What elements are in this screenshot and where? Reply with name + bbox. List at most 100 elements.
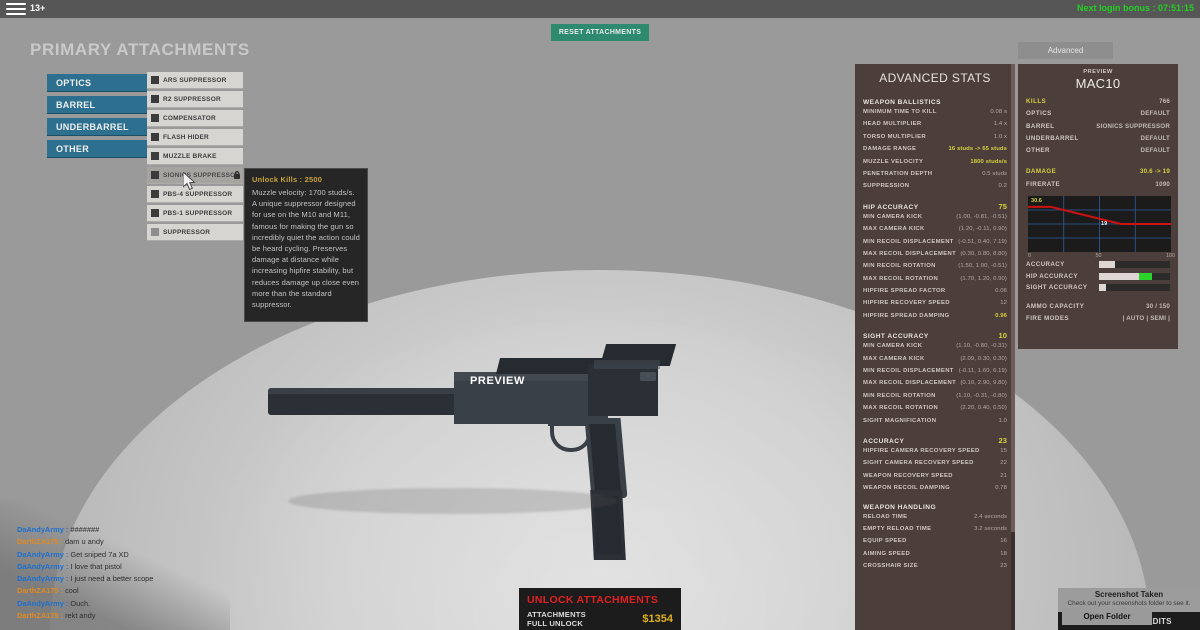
chat-message: DaAndyArmy : I love that pistol xyxy=(17,561,153,573)
stats-row-value: (1.20, -0.11, 0.90) xyxy=(958,226,1007,233)
preview-weapon-name: MAC10 xyxy=(1075,76,1121,91)
accuracy-bar-fill xyxy=(1099,284,1107,292)
stats-row-value: (1.10, -0.80, -0.31) xyxy=(956,343,1007,350)
weapon-preview-label: PREVIEW xyxy=(470,375,525,387)
stats-row-label: TORSO MULTIPLIER xyxy=(863,133,926,140)
stats-row-label: AIMING SPEED xyxy=(863,550,911,557)
preview-row-label: OPTICS xyxy=(1026,110,1052,118)
attachment-checkbox-icon[interactable] xyxy=(151,209,159,217)
menu-icon[interactable] xyxy=(6,3,26,15)
stats-row: EQUIP SPEED 16 xyxy=(855,538,1015,550)
stats-row-value: 1.0 x xyxy=(993,133,1007,140)
stats-group-value: 23 xyxy=(998,435,1007,445)
stats-row-label: HIPFIRE RECOVERY SPEED xyxy=(863,300,950,307)
attachment-checkbox-icon[interactable] xyxy=(151,133,159,141)
open-folder-button[interactable]: Open Folder xyxy=(1062,608,1152,625)
page-title: PRIMARY ATTACHMENTS xyxy=(30,40,250,59)
attachment-checkbox-icon[interactable] xyxy=(151,152,159,160)
stats-row-value: (1.00, -0.81, -0.51) xyxy=(956,213,1007,220)
reset-attachments-button[interactable]: RESET ATTACHMENTS xyxy=(551,24,649,41)
chat-log: DaAndyArmy : ####### DarthZA175 : dam u a… xyxy=(17,524,153,622)
stats-row: MAX RECOIL ROTATION (1.70, 1.20, 0.90) xyxy=(855,276,1015,288)
category-tab-underbarrel[interactable]: UNDERBARREL xyxy=(47,118,147,136)
stats-scrollbar[interactable] xyxy=(1011,64,1015,630)
stats-group-label: WEAPON HANDLING xyxy=(863,503,937,511)
attachment-checkbox-icon[interactable] xyxy=(151,76,159,84)
chat-username: DarthZA175 xyxy=(17,586,59,596)
category-tab-other[interactable]: OTHER xyxy=(47,140,147,158)
stats-row-value: 23 xyxy=(1000,563,1007,570)
attachment-label: FLASH HIDER xyxy=(163,133,209,141)
attachment-item[interactable]: COMPENSATOR xyxy=(147,110,243,127)
stats-row: MAX CAMERA KICK (1.20, -0.11, 0.90) xyxy=(855,226,1015,238)
attachment-item[interactable]: MUZZLE BRAKE xyxy=(147,148,243,165)
attachment-item[interactable]: FLASH HIDER xyxy=(147,129,243,146)
category-tab-optics[interactable]: OPTICS xyxy=(47,74,147,92)
stats-row-value: 0.06 xyxy=(995,288,1007,295)
attachment-item[interactable]: SIONICS SUPPRESSOR xyxy=(147,167,243,184)
stats-row-value: (0.30, 0.80, 8.80) xyxy=(960,250,1007,257)
chart-x-axis-ticks: 0 50 100 xyxy=(1028,252,1175,259)
unlock-attachments-panel[interactable]: UNLOCK ATTACHMENTS ATTACHMENTS FULL UNLO… xyxy=(519,588,681,630)
damage-falloff-chart: 30.6 19 xyxy=(1028,196,1171,253)
unlock-description: ATTACHMENTS FULL UNLOCK xyxy=(527,610,586,628)
preview-row: KILLS 766 xyxy=(1026,98,1170,110)
stats-row: MIN RECOIL DISPLACEMENT (-0.51, 0.40, 7.1… xyxy=(855,239,1015,251)
stats-group-header: HIP ACCURACY 75 xyxy=(855,202,1015,211)
damage-label: DAMAGE xyxy=(1026,168,1057,176)
stats-row: HIPFIRE CAMERA RECOVERY SPEED 15 xyxy=(855,448,1015,460)
attachment-item[interactable]: PBS-1 SUPPRESSOR xyxy=(147,205,243,222)
accuracy-bar-row: SIGHT ACCURACY xyxy=(1026,282,1170,294)
chat-message: DaAndyArmy : ####### xyxy=(17,524,153,536)
stats-row-label: MAX RECOIL ROTATION xyxy=(863,405,939,412)
attachment-checkbox-icon[interactable] xyxy=(151,95,159,103)
stats-row-label: MIN RECOIL DISPLACEMENT xyxy=(863,368,954,375)
advanced-toggle-button[interactable]: Advanced xyxy=(1018,42,1113,59)
stats-row: SUPPRESSION 0.2 xyxy=(855,183,1015,195)
stats-row-label: DAMAGE RANGE xyxy=(863,146,917,153)
accuracy-bar-label: ACCURACY xyxy=(1026,261,1065,269)
tooltip-description: Muzzle velocity: 1700 studs/s. A unique … xyxy=(252,188,360,310)
stats-scrollbar-thumb[interactable] xyxy=(1011,64,1015,532)
stats-row-value: 0.5 studs xyxy=(982,170,1007,177)
stats-row: HIPFIRE SPREAD DAMPING 0.96 xyxy=(855,313,1015,325)
stats-row-label: CROSSHAIR SIZE xyxy=(863,563,918,570)
preview-row-value: DEFAULT xyxy=(1140,134,1170,142)
stats-row: MAX RECOIL ROTATION (2.20, 0.40, 0.50) xyxy=(855,405,1015,417)
preview-damage-row: DAMAGE 30.6 -> 19 xyxy=(1026,168,1170,180)
attachment-item[interactable]: PBS-4 SUPPRESSOR xyxy=(147,186,243,203)
stats-row: MIN RECOIL ROTATION (1.10, -0.31, -0.80) xyxy=(855,393,1015,405)
stats-row-label: HIPFIRE CAMERA RECOVERY SPEED xyxy=(863,447,980,454)
stats-group-label: WEAPON BALLISTICS xyxy=(863,99,941,106)
attachment-item[interactable]: SUPPRESSOR xyxy=(147,224,243,241)
preview-row-label: BARREL xyxy=(1026,122,1055,130)
attachment-label: R2 SUPPRESSOR xyxy=(163,95,221,103)
attachment-checkbox-icon[interactable] xyxy=(151,190,159,198)
login-bonus-timer: Next login bonus : 07:51:15 xyxy=(1076,3,1194,13)
attachment-label: PBS-4 SUPPRESSOR xyxy=(163,190,233,198)
stats-row: MAX RECOIL DISPLACEMENT (0.30, 0.80, 8.80… xyxy=(855,251,1015,263)
attachment-checkbox-icon[interactable] xyxy=(151,228,159,236)
accuracy-bar-track xyxy=(1099,261,1170,269)
stats-row-value: 1.0 xyxy=(998,417,1007,424)
attachment-checkbox-icon[interactable] xyxy=(151,114,159,122)
preview-row-label: KILLS xyxy=(1026,98,1047,105)
attachment-item[interactable]: R2 SUPPRESSOR xyxy=(147,91,243,108)
chat-message: DaAndyArmy : I just need a better scope xyxy=(17,573,153,585)
stats-row-value: 16 studs -> 65 studs xyxy=(948,146,1007,153)
attachment-label: COMPENSATOR xyxy=(163,114,216,122)
advanced-stats-panel: ADVANCED STATS WEAPON BALLISTICS MINIMUM … xyxy=(855,64,1015,630)
stats-row-value: 12 xyxy=(1000,300,1007,307)
attachment-item[interactable]: ARS SUPPRESSOR xyxy=(147,72,243,89)
stats-row-label: WEAPON RECOVERY SPEED xyxy=(863,472,953,479)
stats-row-label: MUZZLE VELOCITY xyxy=(863,158,924,165)
preview-row-value: SIONICS SUPPRESSOR xyxy=(1096,122,1170,130)
attachment-label: MUZZLE BRAKE xyxy=(163,152,217,160)
attachment-label: ARS SUPPRESSOR xyxy=(163,76,227,84)
attachment-checkbox-icon[interactable] xyxy=(151,171,159,179)
accuracy-bar-green xyxy=(1139,272,1153,280)
stats-group-header: WEAPON HANDLING xyxy=(855,504,1015,511)
category-tab-barrel[interactable]: BARREL xyxy=(47,96,147,114)
fire-modes-value: | AUTO | SEMI | xyxy=(1122,314,1170,322)
